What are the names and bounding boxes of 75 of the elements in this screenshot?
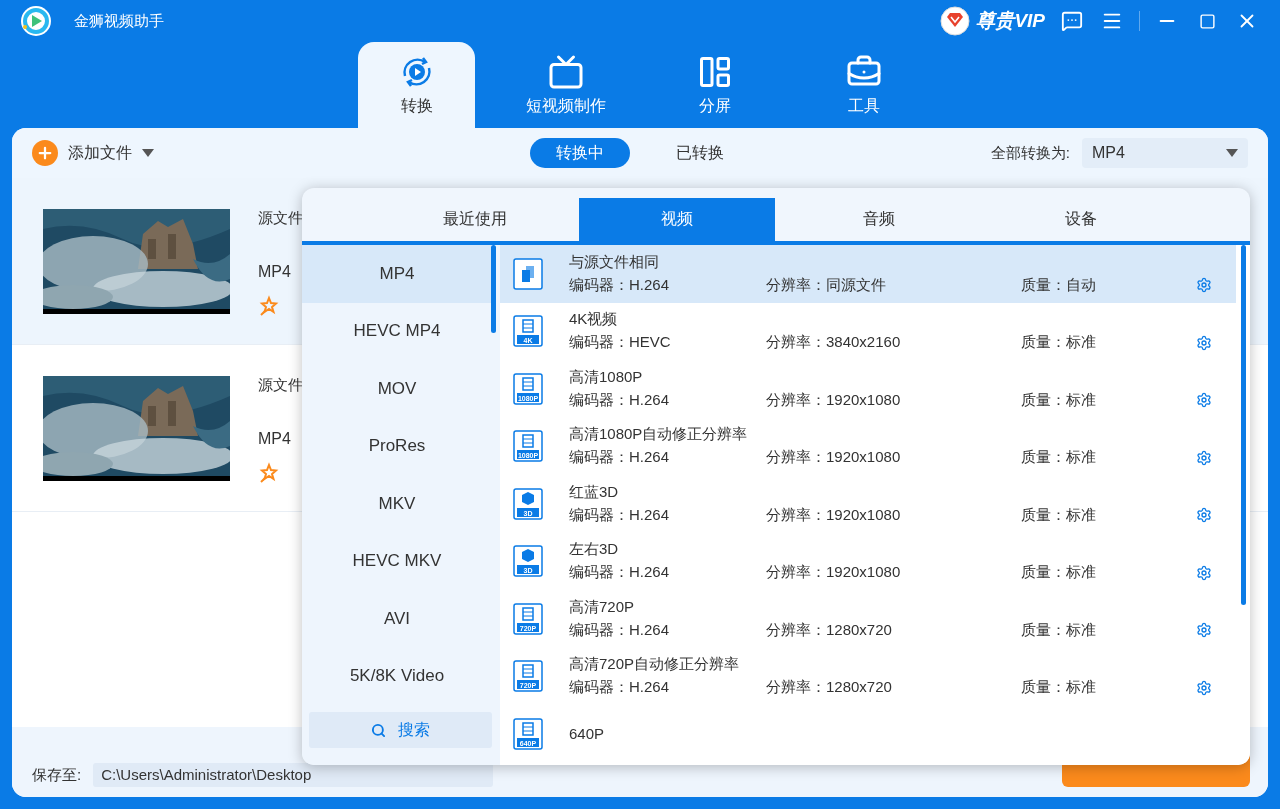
codec-text: 编码器：HEVC bbox=[569, 333, 672, 353]
codec-text: 编码器：H.264 bbox=[569, 563, 671, 583]
resolution-text: 分辨率：1280x720 bbox=[766, 620, 893, 640]
codec-text: 编码器：H.264 bbox=[569, 390, 671, 410]
quality-text: 质量：标准 bbox=[1021, 448, 1097, 468]
save-path-field[interactable]: C:\Users\Administrator\Desktop bbox=[93, 763, 494, 787]
resolution-text: 分辨率：3840x2160 bbox=[766, 333, 902, 353]
file-format: MP4 bbox=[258, 430, 292, 448]
resolution-text: 分辨率：同源文件 bbox=[766, 275, 887, 295]
preset-title: 高清720P自动修正分辨率 bbox=[569, 655, 741, 675]
scrollbar[interactable] bbox=[1241, 245, 1246, 605]
resolution-text: 分辨率：1920x1080 bbox=[766, 563, 902, 583]
app-logo-icon bbox=[20, 5, 52, 37]
nav-tab[interactable]: 转换 bbox=[358, 42, 475, 128]
codec-text: 编码器：H.264 bbox=[569, 620, 671, 640]
nav-tab[interactable]: 工具 bbox=[805, 42, 922, 128]
quality-text: 质量：标准 bbox=[1021, 333, 1097, 353]
codec-text: 编码器：H.264 bbox=[569, 678, 671, 698]
scrollbar[interactable] bbox=[491, 245, 496, 333]
quality-text: 质量：自动 bbox=[1021, 275, 1097, 295]
preset-row[interactable]: 与源文件相同 编码器：H.264 分辨率：同源文件 质量：自动 bbox=[500, 245, 1236, 303]
codec-text: 编码器：H.264 bbox=[569, 505, 671, 525]
codec-text: 编码器：H.264 bbox=[569, 448, 671, 468]
preset-title: 左右3D bbox=[569, 540, 620, 560]
format-tab[interactable]: 视频 bbox=[579, 198, 775, 241]
quality-text: 质量：标准 bbox=[1021, 563, 1097, 583]
format-category[interactable]: MKV bbox=[302, 475, 492, 533]
add-file-button[interactable]: 添加文件 bbox=[32, 140, 154, 166]
resolution-text: 分辨率：1920x1080 bbox=[766, 505, 902, 525]
convert-all-label: 全部转换为: bbox=[990, 143, 1070, 163]
resolution-text: 分辨率：1920x1080 bbox=[766, 448, 902, 468]
format-category[interactable]: MP4 bbox=[302, 245, 492, 303]
resolution-text: 分辨率：1920x1080 bbox=[766, 390, 902, 410]
caret-icon bbox=[1226, 149, 1238, 157]
app-title: 金狮视频助手 bbox=[74, 11, 164, 31]
save-to-label: 保存至: bbox=[32, 765, 82, 785]
search-button[interactable]: 搜索 bbox=[309, 712, 492, 748]
copy-icon bbox=[513, 257, 543, 290]
format-category[interactable]: HEVC MKV bbox=[302, 532, 492, 590]
quality-text: 质量：标准 bbox=[1021, 390, 1097, 410]
codec-text: 编码器：H.264 bbox=[569, 275, 671, 295]
preset-title: 与源文件相同 bbox=[569, 252, 660, 272]
view-tab[interactable]: 转换中 bbox=[530, 138, 630, 168]
format-category[interactable]: 5K/8K Video bbox=[302, 647, 492, 705]
nav-tab[interactable]: 分屏 bbox=[656, 42, 773, 128]
plus-icon bbox=[32, 140, 58, 166]
resolution-text: 分辨率：1280x720 bbox=[766, 678, 893, 698]
format-tab[interactable]: 音频 bbox=[781, 198, 977, 241]
preset-title: 红蓝3D bbox=[569, 482, 620, 502]
format-category[interactable]: HEVC MP4 bbox=[302, 302, 492, 360]
format-tab[interactable]: 设备 bbox=[983, 198, 1179, 241]
quality-text: 质量：标准 bbox=[1021, 620, 1097, 640]
view-tab[interactable]: 已转换 bbox=[650, 138, 750, 168]
format-select[interactable]: MP4 bbox=[1082, 138, 1248, 168]
preset-title: 高清720P bbox=[569, 597, 636, 617]
format-tab[interactable]: 最近使用 bbox=[377, 198, 573, 241]
preset-title: 4K视频 bbox=[569, 310, 619, 330]
source-file-label: 源文件 bbox=[258, 376, 303, 395]
file-format: MP4 bbox=[258, 263, 292, 281]
search-icon bbox=[371, 722, 386, 738]
star-icon[interactable] bbox=[258, 462, 280, 484]
preset-title: 高清1080P自动修正分辨率 bbox=[569, 425, 749, 445]
quality-text: 质量：标准 bbox=[1021, 505, 1097, 525]
vip-badge[interactable]: 尊贵VIP bbox=[940, 6, 1045, 36]
source-file-label: 源文件 bbox=[258, 209, 303, 228]
caret-icon bbox=[142, 149, 154, 157]
preset-title: 高清1080P bbox=[569, 367, 644, 387]
preset-title: 640P bbox=[569, 725, 606, 743]
format-category[interactable]: ProRes bbox=[302, 417, 492, 475]
format-category[interactable]: AVI bbox=[302, 590, 492, 648]
tv-icon bbox=[547, 53, 584, 90]
star-icon[interactable] bbox=[258, 295, 280, 317]
quality-text: 质量：标准 bbox=[1021, 678, 1097, 698]
format-category[interactable]: MOV bbox=[302, 360, 492, 418]
nav-tab[interactable]: 短视频制作 bbox=[507, 42, 624, 128]
